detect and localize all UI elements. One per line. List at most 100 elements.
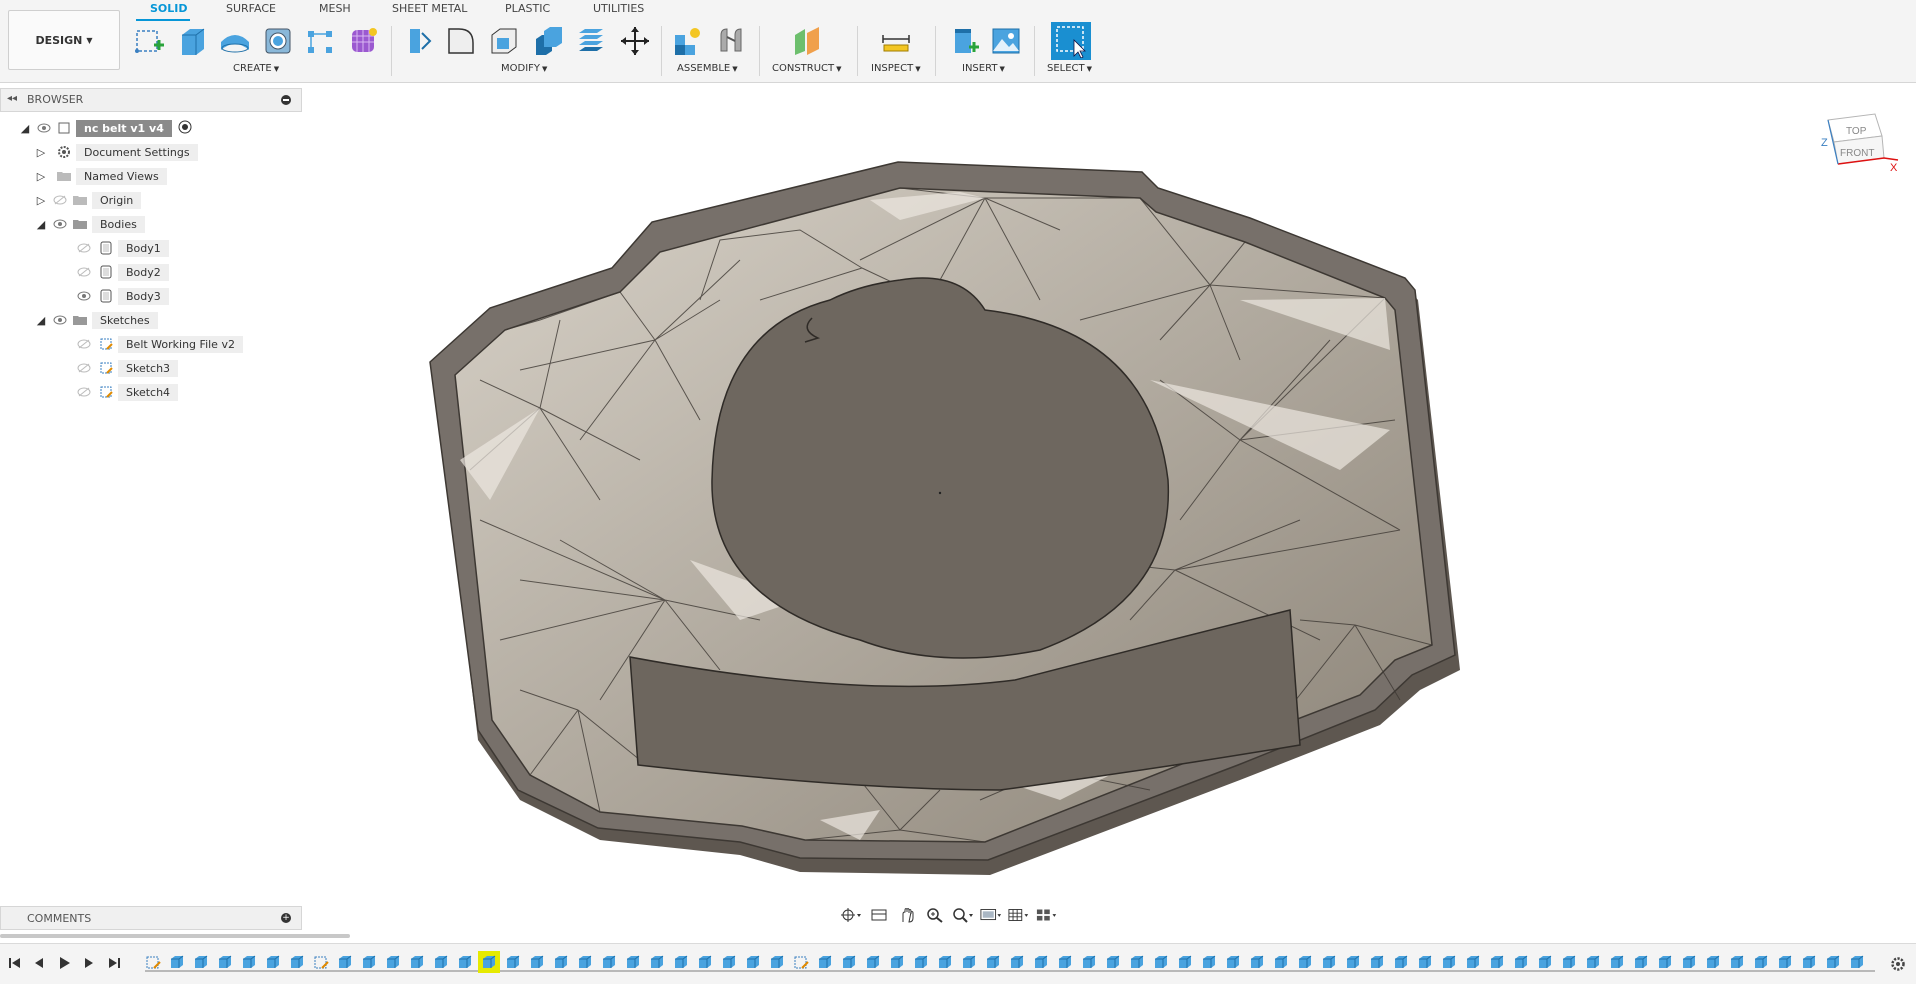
timeline-extrude-feature-icon[interactable] — [217, 954, 233, 970]
activate-radio-icon[interactable] — [178, 120, 192, 137]
browser-item-body2[interactable]: Body2 — [76, 262, 169, 282]
timeline-extrude-feature-icon[interactable] — [505, 954, 521, 970]
timeline-extrude-feature-icon[interactable] — [337, 954, 353, 970]
revolve-icon[interactable] — [218, 24, 252, 58]
timeline-extrude-feature-icon[interactable] — [1273, 954, 1289, 970]
visibility-eye-icon[interactable] — [76, 290, 92, 302]
timeline-extrude-feature-icon[interactable] — [1609, 954, 1625, 970]
timeline-extrude-feature-icon[interactable] — [1729, 954, 1745, 970]
new-component-icon[interactable] — [670, 24, 704, 58]
timeline-extrude-feature-icon[interactable] — [457, 954, 473, 970]
timeline-extrude-feature-icon[interactable] — [1537, 954, 1553, 970]
tab-utilities[interactable]: UTILITIES — [593, 2, 644, 20]
timeline-extrude-feature-icon[interactable] — [1561, 954, 1577, 970]
visibility-eye-icon[interactable] — [36, 122, 52, 134]
hidden-eye-icon[interactable] — [76, 242, 92, 254]
browser-root[interactable]: ◢ nc belt v1 v4 — [18, 118, 192, 138]
timeline-extrude-feature-icon[interactable] — [913, 954, 929, 970]
timeline-feature-strip[interactable] — [145, 951, 1875, 974]
browser-item-bodies[interactable]: ◢ Bodies — [34, 214, 145, 234]
browser-item-sketch4[interactable]: Sketch4 — [76, 382, 179, 402]
timeline-extrude-feature-icon[interactable] — [1441, 954, 1457, 970]
shell-icon[interactable] — [487, 24, 521, 58]
timeline-extrude-feature-icon[interactable] — [409, 954, 425, 970]
minimize-panel-icon[interactable] — [281, 95, 291, 105]
combine-icon[interactable] — [531, 24, 565, 58]
timeline-extrude-feature-icon[interactable] — [1417, 954, 1433, 970]
timeline-extrude-feature-icon[interactable] — [1825, 954, 1841, 970]
timeline-extrude-feature-icon[interactable] — [361, 954, 377, 970]
hidden-eye-icon[interactable] — [76, 386, 92, 398]
timeline-extrude-feature-icon[interactable] — [1801, 954, 1817, 970]
timeline-extrude-feature-icon[interactable] — [433, 954, 449, 970]
timeline-extrude-feature-icon[interactable] — [1201, 954, 1217, 970]
timeline-extrude-feature-icon[interactable] — [1177, 954, 1193, 970]
hole-icon[interactable] — [261, 24, 295, 58]
display-settings-icon[interactable] — [980, 905, 1002, 925]
timeline-extrude-feature-icon[interactable] — [1033, 954, 1049, 970]
create-sketch-icon[interactable] — [133, 24, 167, 58]
timeline-extrude-feature-icon[interactable] — [1249, 954, 1265, 970]
hidden-eye-icon[interactable] — [76, 338, 92, 350]
insert-menu[interactable]: INSERT ▼ — [962, 63, 1005, 74]
pattern-icon[interactable] — [303, 24, 337, 58]
timeline-extrude-feature-icon[interactable] — [1321, 954, 1337, 970]
fit-icon[interactable] — [952, 905, 974, 925]
timeline-settings-gear-icon[interactable] — [1890, 956, 1906, 976]
timeline-extrude-feature-icon[interactable] — [478, 951, 500, 973]
go-to-start-icon[interactable] — [6, 954, 24, 972]
expanded-triangle-icon[interactable]: ◢ — [34, 313, 48, 327]
tab-sheet-metal[interactable]: SHEET METAL — [392, 2, 467, 20]
step-forward-icon[interactable] — [80, 954, 98, 972]
timeline-extrude-feature-icon[interactable] — [961, 954, 977, 970]
zoom-icon[interactable] — [924, 905, 946, 925]
timeline-extrude-feature-icon[interactable] — [1153, 954, 1169, 970]
expanded-triangle-icon[interactable]: ◢ — [34, 217, 48, 231]
timeline-extrude-feature-icon[interactable] — [1081, 954, 1097, 970]
browser-item-document-settings[interactable]: ▷ Document Settings — [34, 142, 198, 162]
timeline-extrude-feature-icon[interactable] — [1657, 954, 1673, 970]
timeline-extrude-feature-icon[interactable] — [1393, 954, 1409, 970]
measure-icon[interactable] — [879, 24, 913, 58]
timeline-extrude-feature-icon[interactable] — [241, 954, 257, 970]
view-cube[interactable]: TOP FRONT X Z — [1820, 110, 1900, 190]
timeline-extrude-feature-icon[interactable] — [1489, 954, 1505, 970]
timeline-extrude-feature-icon[interactable] — [1681, 954, 1697, 970]
3d-viewport[interactable] — [302, 82, 1916, 902]
browser-item-origin[interactable]: ▷ Origin — [34, 190, 142, 210]
play-icon[interactable] — [55, 954, 73, 972]
extrude-icon[interactable] — [175, 24, 209, 58]
visibility-eye-icon[interactable] — [52, 314, 68, 326]
go-to-end-icon[interactable] — [105, 954, 123, 972]
select-menu[interactable]: SELECT ▼ — [1047, 63, 1092, 74]
construct-menu[interactable]: CONSTRUCT ▼ — [772, 63, 842, 74]
hidden-eye-icon[interactable] — [52, 194, 68, 206]
look-at-icon[interactable] — [868, 905, 890, 925]
browser-item-body1[interactable]: Body1 — [76, 238, 169, 258]
timeline-extrude-feature-icon[interactable] — [1753, 954, 1769, 970]
timeline-extrude-feature-icon[interactable] — [577, 954, 593, 970]
viewports-icon[interactable] — [1036, 905, 1058, 925]
timeline-extrude-feature-icon[interactable] — [985, 954, 1001, 970]
create-menu[interactable]: CREATE ▼ — [233, 63, 279, 74]
timeline-extrude-feature-icon[interactable] — [169, 954, 185, 970]
hidden-eye-icon[interactable] — [76, 362, 92, 374]
timeline-extrude-feature-icon[interactable] — [385, 954, 401, 970]
timeline-sketch-feature-icon[interactable] — [313, 954, 329, 970]
timeline-extrude-feature-icon[interactable] — [1105, 954, 1121, 970]
browser-item-named-views[interactable]: ▷ Named Views — [34, 166, 167, 186]
add-comment-icon[interactable]: + — [281, 913, 291, 923]
modify-menu[interactable]: MODIFY ▼ — [501, 63, 547, 74]
inspect-menu[interactable]: INSPECT ▼ — [871, 63, 921, 74]
browser-item-sketches[interactable]: ◢ Sketches — [34, 310, 158, 330]
tab-solid[interactable]: SOLID — [150, 2, 188, 20]
collapsed-triangle-icon[interactable]: ▷ — [34, 193, 48, 207]
timeline-extrude-feature-icon[interactable] — [1849, 954, 1865, 970]
timeline-extrude-feature-icon[interactable] — [1009, 954, 1025, 970]
tab-plastic[interactable]: PLASTIC — [505, 2, 550, 20]
timeline-extrude-feature-icon[interactable] — [865, 954, 881, 970]
timeline-scrollbar[interactable] — [0, 932, 1916, 940]
timeline-extrude-feature-icon[interactable] — [553, 954, 569, 970]
collapsed-triangle-icon[interactable]: ▷ — [34, 145, 48, 159]
offset-plane-icon[interactable] — [790, 24, 824, 58]
